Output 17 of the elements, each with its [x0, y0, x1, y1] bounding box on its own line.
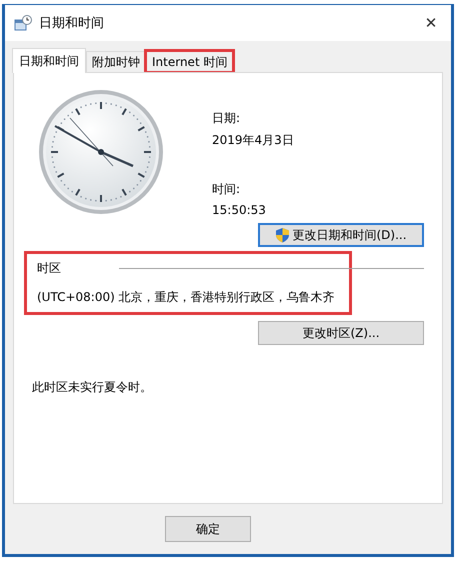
tab[interactable]: Internet 时间	[146, 51, 234, 72]
window-title: 日期和时间	[39, 15, 105, 32]
dst-note: 此时区未实行夏令时。	[32, 379, 153, 396]
tab[interactable]: 日期和时间	[12, 48, 86, 73]
time-label: 时间:	[212, 181, 242, 198]
date-value: 2019年4月3日	[212, 132, 294, 149]
time-value: 15:50:53	[212, 203, 267, 217]
shield-icon	[275, 227, 290, 243]
timezone-value: (UTC+08:00) 北京，重庆，香港特别行政区，乌鲁木齐	[37, 289, 336, 306]
close-button[interactable]: ✕	[411, 7, 451, 39]
date-label: 日期:	[212, 110, 242, 127]
change-date-time-button[interactable]: 更改日期和时间(D)...	[258, 223, 424, 247]
section-heading: 时区	[37, 261, 61, 275]
change-timezone-button[interactable]: 更改时区(Z)...	[258, 321, 424, 345]
calendar-clock-icon	[14, 15, 32, 31]
ok-button[interactable]: 确定	[165, 516, 251, 542]
tab[interactable]: 附加时钟	[86, 51, 146, 72]
